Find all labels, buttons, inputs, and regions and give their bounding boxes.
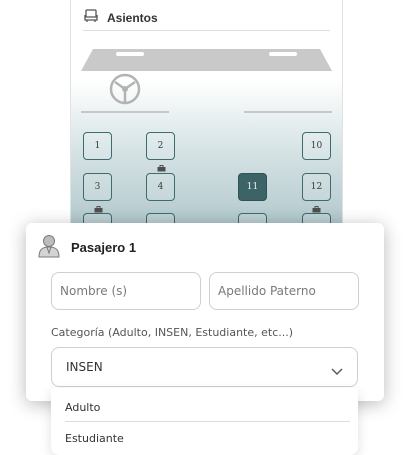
passenger-title: Pasajero 1	[71, 240, 137, 255]
chevron-down-icon	[331, 363, 343, 381]
first-name-input[interactable]	[51, 272, 201, 310]
seat-map-panel: Asientos 1 2 10 3 4 11 12	[70, 0, 343, 241]
last-name-input[interactable]	[209, 272, 359, 310]
option-divider	[65, 421, 350, 422]
seat-10[interactable]: 10	[302, 132, 331, 160]
passenger-avatar-icon	[38, 234, 60, 263]
door-area-divider	[244, 111, 332, 113]
driver-area-divider	[81, 111, 169, 113]
category-label: Categoría (Adulto, INSEN, Estudiante, et…	[51, 326, 294, 339]
seat-icon	[83, 8, 99, 29]
category-selected-value: INSEN	[66, 360, 103, 374]
luggage-icon	[157, 165, 166, 172]
seat-2[interactable]: 2	[146, 132, 175, 160]
steering-wheel-icon	[109, 73, 141, 110]
category-dropdown-list: Adulto Estudiante	[51, 388, 358, 455]
passenger-form-card: Pasajero 1 Categoría (Adulto, INSEN, Est…	[26, 223, 384, 401]
dropdown-option-adulto[interactable]: Adulto	[51, 392, 358, 422]
seat-3[interactable]: 3	[83, 173, 112, 201]
seat-12[interactable]: 12	[302, 173, 331, 201]
seat-4[interactable]: 4	[146, 173, 175, 201]
seat-panel-header: Asientos	[83, 6, 330, 31]
seat-panel-title: Asientos	[107, 11, 158, 25]
luggage-icon	[312, 206, 321, 213]
seat-1[interactable]: 1	[83, 132, 112, 160]
luggage-icon	[94, 206, 103, 213]
dropdown-option-estudiante[interactable]: Estudiante	[51, 423, 358, 453]
bus-front-outline	[81, 49, 332, 71]
seat-11[interactable]: 11	[238, 173, 267, 201]
category-select[interactable]: INSEN	[51, 347, 358, 387]
